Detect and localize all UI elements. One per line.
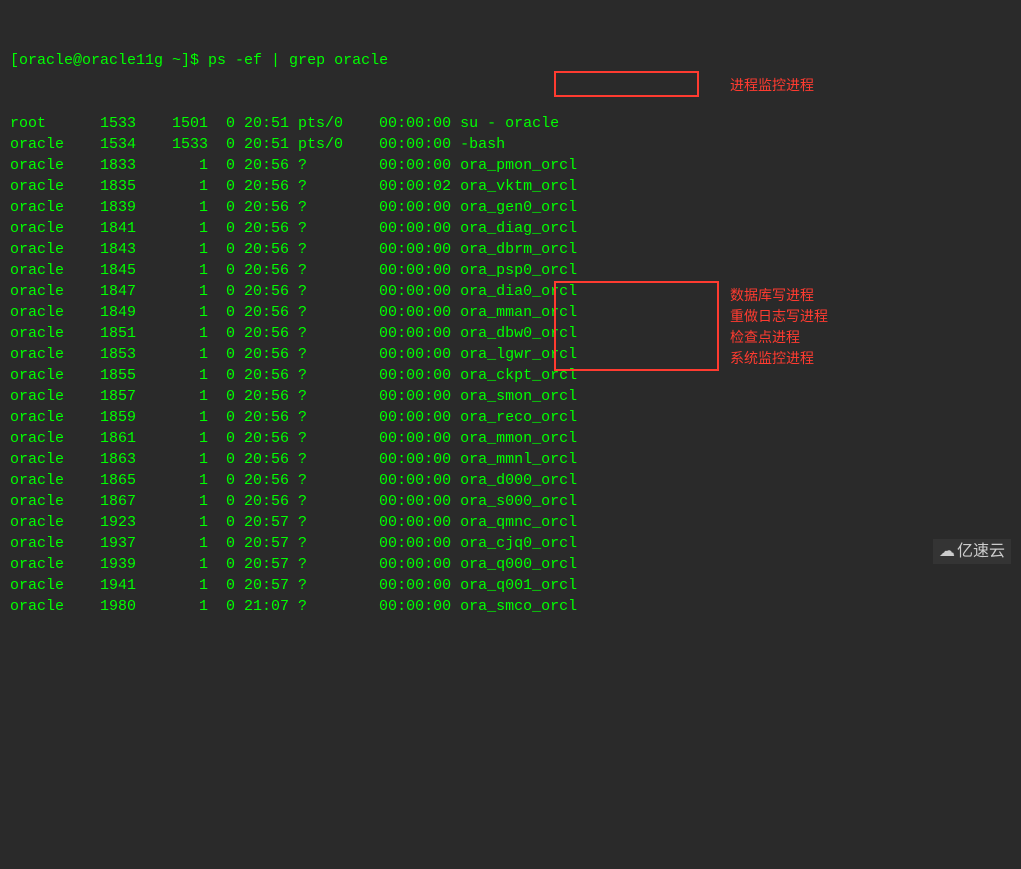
process-row: oracle 1980 1 0 21:07 ? 00:00:00 ora_smc… (10, 596, 1011, 617)
process-row: oracle 1845 1 0 20:56 ? 00:00:00 ora_psp… (10, 260, 1011, 281)
process-row: oracle 1859 1 0 20:56 ? 00:00:00 ora_rec… (10, 407, 1011, 428)
process-row: oracle 1857 1 0 20:56 ? 00:00:00 ora_smo… (10, 386, 1011, 407)
annotation-dbw0: 数据库写进程 (730, 285, 814, 306)
annotation-pmon: 进程监控进程 (730, 75, 814, 96)
process-row: oracle 1841 1 0 20:56 ? 00:00:00 ora_dia… (10, 218, 1011, 239)
shell-prompt: [oracle@oracle11g ~]$ (10, 52, 208, 69)
command-text: ps -ef | grep oracle (208, 52, 388, 69)
annotation-ckpt: 检查点进程 (730, 327, 800, 348)
process-row: oracle 1861 1 0 20:56 ? 00:00:00 ora_mmo… (10, 428, 1011, 449)
process-row: oracle 1847 1 0 20:56 ? 00:00:00 ora_dia… (10, 281, 1011, 302)
process-row: oracle 1937 1 0 20:57 ? 00:00:00 ora_cjq… (10, 533, 1011, 554)
process-row: root 1533 1501 0 20:51 pts/0 00:00:00 su… (10, 113, 1011, 134)
annotation-smon: 系统监控进程 (730, 348, 814, 369)
process-row: oracle 1839 1 0 20:56 ? 00:00:00 ora_gen… (10, 197, 1011, 218)
process-row: oracle 1863 1 0 20:56 ? 00:00:00 ora_mmn… (10, 449, 1011, 470)
process-row: oracle 1855 1 0 20:56 ? 00:00:00 ora_ckp… (10, 365, 1011, 386)
process-row: oracle 1843 1 0 20:56 ? 00:00:00 ora_dbr… (10, 239, 1011, 260)
cloud-icon: ☁ (939, 543, 955, 560)
watermark-text: 亿速云 (957, 543, 1005, 560)
process-row: oracle 1849 1 0 20:56 ? 00:00:00 ora_mma… (10, 302, 1011, 323)
process-row: oracle 1867 1 0 20:56 ? 00:00:00 ora_s00… (10, 491, 1011, 512)
terminal[interactable]: [oracle@oracle11g ~]$ ps -ef | grep orac… (10, 8, 1011, 869)
prompt-line: [oracle@oracle11g ~]$ ps -ef | grep orac… (10, 50, 1011, 71)
process-row: oracle 1853 1 0 20:56 ? 00:00:00 ora_lgw… (10, 344, 1011, 365)
highlight-box-group (554, 281, 719, 371)
process-row: oracle 1941 1 0 20:57 ? 00:00:00 ora_q00… (10, 575, 1011, 596)
process-row: oracle 1923 1 0 20:57 ? 00:00:00 ora_qmn… (10, 512, 1011, 533)
process-row: oracle 1939 1 0 20:57 ? 00:00:00 ora_q00… (10, 554, 1011, 575)
process-row: oracle 1835 1 0 20:56 ? 00:00:02 ora_vkt… (10, 176, 1011, 197)
process-row: oracle 1865 1 0 20:56 ? 00:00:00 ora_d00… (10, 470, 1011, 491)
highlight-box-pmon (554, 71, 699, 97)
annotation-lgwr: 重做日志写进程 (730, 306, 828, 327)
process-row: oracle 1833 1 0 20:56 ? 00:00:00 ora_pmo… (10, 155, 1011, 176)
watermark: ☁亿速云 (933, 539, 1011, 564)
process-row: oracle 1534 1533 0 20:51 pts/0 00:00:00 … (10, 134, 1011, 155)
process-row: oracle 1851 1 0 20:56 ? 00:00:00 ora_dbw… (10, 323, 1011, 344)
